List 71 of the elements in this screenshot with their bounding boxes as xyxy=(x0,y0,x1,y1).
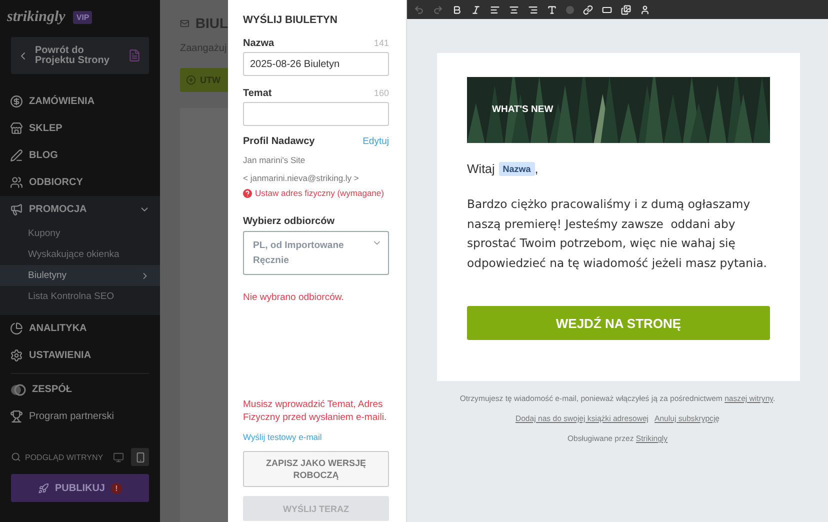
align-right-icon[interactable] xyxy=(528,4,538,14)
plus-icon xyxy=(186,75,196,85)
sidebar-item[interactable]: Program partnerski xyxy=(0,403,160,430)
greeting-comma: , xyxy=(534,162,538,176)
sidebar-item[interactable]: SKLEP xyxy=(0,115,160,142)
back-button[interactable]: Powrót do Projektu Strony xyxy=(11,37,149,74)
error-text: Nie wybrano odbiorców. xyxy=(243,291,345,304)
users-icon xyxy=(10,176,23,189)
sidebar-subitem[interactable]: Wyskakujące okienka xyxy=(0,244,160,265)
sender-email: < janmarini.nieva@striking.ly > xyxy=(243,173,360,183)
error-text: Musisz wprowadzić Temat, Adres Fizyczny przed wysłaniem e-maili. xyxy=(243,398,388,424)
link-icon[interactable] xyxy=(583,4,593,14)
phone-icon xyxy=(134,452,146,462)
store-icon xyxy=(10,122,23,135)
merge-tag: Nazwa xyxy=(498,162,535,176)
images-icon[interactable] xyxy=(621,4,631,14)
field-label: Profil Nadawcy xyxy=(243,136,315,147)
body-text: Bardzo ciężko pracowaliśmy i z dumą ogłaszamy naszą premierę! Jesteśmy zawsze oddani aby sprostać Twoim potrzebom, więc nie wahaj się odpowiedzieć na tę wiadomość jeżeli masz pytania. xyxy=(467,196,768,272)
field-label: Wybierz odbiorców xyxy=(243,216,336,227)
trophy-icon xyxy=(10,410,23,423)
rocket-icon xyxy=(38,482,49,494)
rectangle-icon[interactable] xyxy=(602,4,612,14)
cta-button[interactable]: WEJDŹ NA STRONĘ xyxy=(467,306,770,340)
sidebar-item[interactable]: ZAMÓWIENIA xyxy=(0,88,160,115)
search-icon xyxy=(11,452,21,462)
char-counter: 141 xyxy=(374,38,389,48)
sidebar-item[interactable]: ANALITYKA xyxy=(0,315,160,342)
document-icon xyxy=(128,49,141,62)
settings-icon xyxy=(10,349,23,362)
bold-icon[interactable] xyxy=(452,4,462,14)
pie-chart-icon xyxy=(10,322,23,335)
align-center-icon[interactable] xyxy=(509,4,519,14)
warning-text: Ustaw adres fizyczny (wymagane) xyxy=(255,188,384,198)
recipients-select[interactable]: PL, od Importowane Ręcznie xyxy=(243,231,389,275)
sender-name: Jan marini's Site xyxy=(243,155,306,165)
vip-badge: VIP xyxy=(73,10,92,24)
italic-icon[interactable] xyxy=(471,4,481,14)
question-icon xyxy=(243,188,252,198)
sidebar-subitem[interactable]: Biuletyny xyxy=(0,265,160,286)
alert-badge: ! xyxy=(111,482,122,494)
coins-icon xyxy=(10,384,26,396)
sidebar-item[interactable]: ZESPÓŁ xyxy=(0,376,160,403)
panel-title: WYŚLIJ BIULETYN xyxy=(243,14,339,26)
field-label: Temat xyxy=(243,88,272,99)
align-left-icon[interactable] xyxy=(490,4,500,14)
preview-label[interactable]: PODGLĄD WITRYNY xyxy=(25,452,105,462)
sidebar-item[interactable]: BLOG xyxy=(0,142,160,169)
text-color-icon[interactable] xyxy=(547,4,557,14)
sidebar-item[interactable]: USTAWIENIA xyxy=(0,342,160,369)
logo: strikingly xyxy=(7,8,66,26)
publish-button[interactable]: PUBLIKUJ ! xyxy=(11,474,149,502)
dollar-icon xyxy=(10,95,23,108)
user-icon[interactable] xyxy=(640,4,650,14)
dot-icon[interactable] xyxy=(566,6,574,14)
save-draft-button[interactable]: ZAPISZ JAKO WERSJĘ ROBOCZĄ xyxy=(243,451,389,487)
monitor-icon xyxy=(112,452,124,462)
banner-title: WHAT'S NEW xyxy=(492,104,554,115)
char-counter: 160 xyxy=(374,88,389,98)
sidebar-item[interactable]: ODBIORCY xyxy=(0,169,160,196)
sidebar-subitem[interactable]: Lista Kontrolna SEO xyxy=(0,286,160,307)
field-label: Nazwa xyxy=(243,38,274,49)
input-field[interactable]: 2025-08-26 Biuletyn xyxy=(243,52,389,76)
edit-link[interactable]: Edytuj xyxy=(362,136,389,147)
sidebar-subitem[interactable]: Kupony xyxy=(0,223,160,244)
pen-icon xyxy=(10,149,23,162)
megaphone-icon xyxy=(10,203,23,216)
greeting-text: Witaj xyxy=(467,162,495,176)
mobile-toggle[interactable] xyxy=(131,448,149,466)
test-email-link[interactable]: Wyślij testowy e-mail xyxy=(243,432,389,442)
input-field[interactable] xyxy=(243,102,389,126)
sidebar-item[interactable]: PROMOCJA xyxy=(0,196,160,223)
